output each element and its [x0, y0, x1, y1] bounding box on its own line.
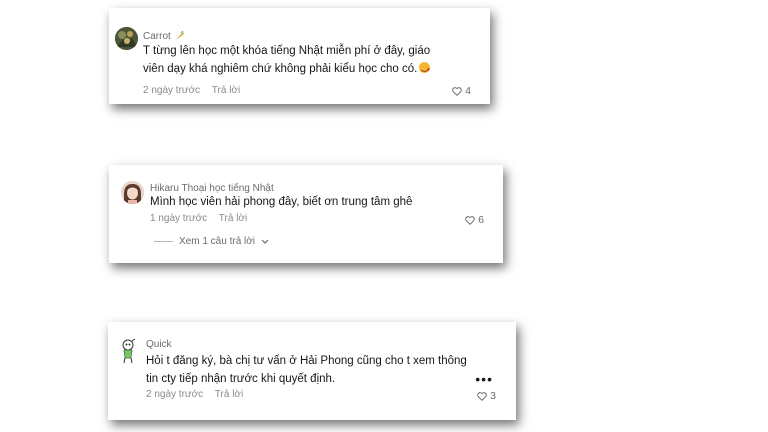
like-button[interactable]: 3 — [477, 390, 496, 402]
comment-card: Hikaru Thoại học tiếng Nhật Mình học viê… — [109, 165, 503, 263]
avatar[interactable] — [121, 181, 144, 204]
avatar-image-icon — [121, 181, 144, 204]
comment-text: Mình học viên hải phong đây, biết ơn tru… — [150, 193, 470, 211]
avatar[interactable] — [115, 27, 138, 50]
reply-button[interactable]: Trả lời — [212, 85, 240, 96]
comment-time: 1 ngày trước — [150, 213, 208, 224]
comment-time: 2 ngày trước — [143, 85, 201, 96]
comment-body: Mình học viên hải phong đây, biết ơn tru… — [150, 196, 413, 208]
chevron-down-icon — [261, 239, 269, 244]
reply-button[interactable]: Trả lời — [215, 389, 243, 400]
avatar[interactable] — [119, 338, 137, 364]
reply-button[interactable]: Trả lời — [219, 213, 247, 224]
divider-line — [154, 241, 173, 242]
comment-card: Carrot T từng lên học một khóa tiếng Nhậ… — [109, 8, 490, 104]
view-replies-button[interactable]: Xem 1 câu trả lời — [154, 236, 269, 247]
like-button[interactable]: 4 — [452, 85, 471, 97]
like-count: 4 — [465, 85, 471, 97]
heart-icon — [452, 86, 462, 96]
comment-meta: 1 ngày trước Trả lời — [150, 213, 256, 224]
comment-time: 2 ngày trước — [146, 389, 204, 400]
comment-body: T từng lên học một khóa tiếng Nhật miễn … — [143, 45, 431, 75]
like-button[interactable]: 6 — [465, 214, 484, 226]
heart-face-icon — [418, 61, 431, 80]
comment-card: Quick Hỏi t đăng ký, bà chị tư vấn ở Hải… — [108, 322, 516, 420]
view-replies-label: Xem 1 câu trả lời — [179, 236, 256, 247]
comment-meta: 2 ngày trước Trả lời — [143, 85, 249, 96]
like-count: 3 — [490, 390, 496, 402]
avatar-image-icon — [122, 338, 136, 364]
comment-text: Hỏi t đăng ký, bà chị tư vấn ở Hải Phong… — [146, 352, 476, 388]
comment-meta: 2 ngày trước Trả lời — [146, 389, 252, 400]
username-text: Carrot — [143, 31, 171, 42]
avatar-image-icon — [115, 27, 138, 50]
like-count: 6 — [478, 214, 484, 226]
heart-icon — [477, 391, 487, 401]
heart-icon — [465, 215, 475, 225]
comment-username[interactable]: Quick — [146, 339, 172, 350]
comment-text: T từng lên học một khóa tiếng Nhật miễn … — [143, 42, 443, 80]
comment-body: Hỏi t đăng ký, bà chị tư vấn ở Hải Phong… — [146, 355, 467, 385]
more-options-button[interactable]: ••• — [475, 372, 493, 386]
